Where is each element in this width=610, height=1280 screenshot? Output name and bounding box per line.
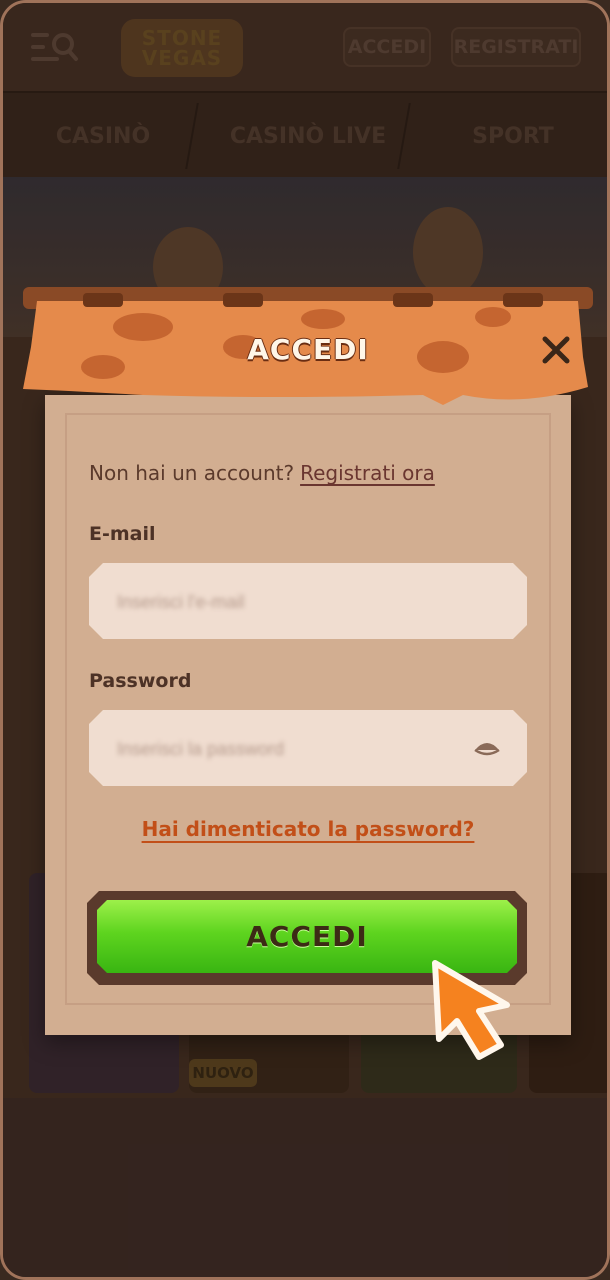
close-icon[interactable] [535, 329, 577, 371]
forgot-password-link[interactable]: Hai dimenticato la password? [142, 817, 475, 841]
password-label: Password [89, 670, 192, 692]
show-password-icon[interactable] [473, 736, 501, 760]
email-field[interactable] [89, 563, 527, 639]
no-account-text: Non hai un account? [89, 461, 295, 485]
phone-frame: STONE VEGAS ACCEDI REGISTRATI CASINÒ CAS… [0, 0, 610, 1280]
password-field[interactable] [89, 710, 527, 786]
pointer-arrow-icon [432, 960, 510, 1060]
register-link[interactable]: Registrati ora [300, 461, 435, 485]
modal-title: ACCEDI [247, 333, 369, 366]
register-prompt: Non hai un account? Registrati ora [89, 461, 435, 485]
email-label: E-mail [89, 523, 156, 545]
password-input[interactable] [115, 710, 459, 788]
email-input[interactable] [115, 563, 459, 641]
login-submit-label: ACCEDI [246, 920, 368, 953]
forgot-password-row: Hai dimenticato la password? [3, 817, 607, 841]
